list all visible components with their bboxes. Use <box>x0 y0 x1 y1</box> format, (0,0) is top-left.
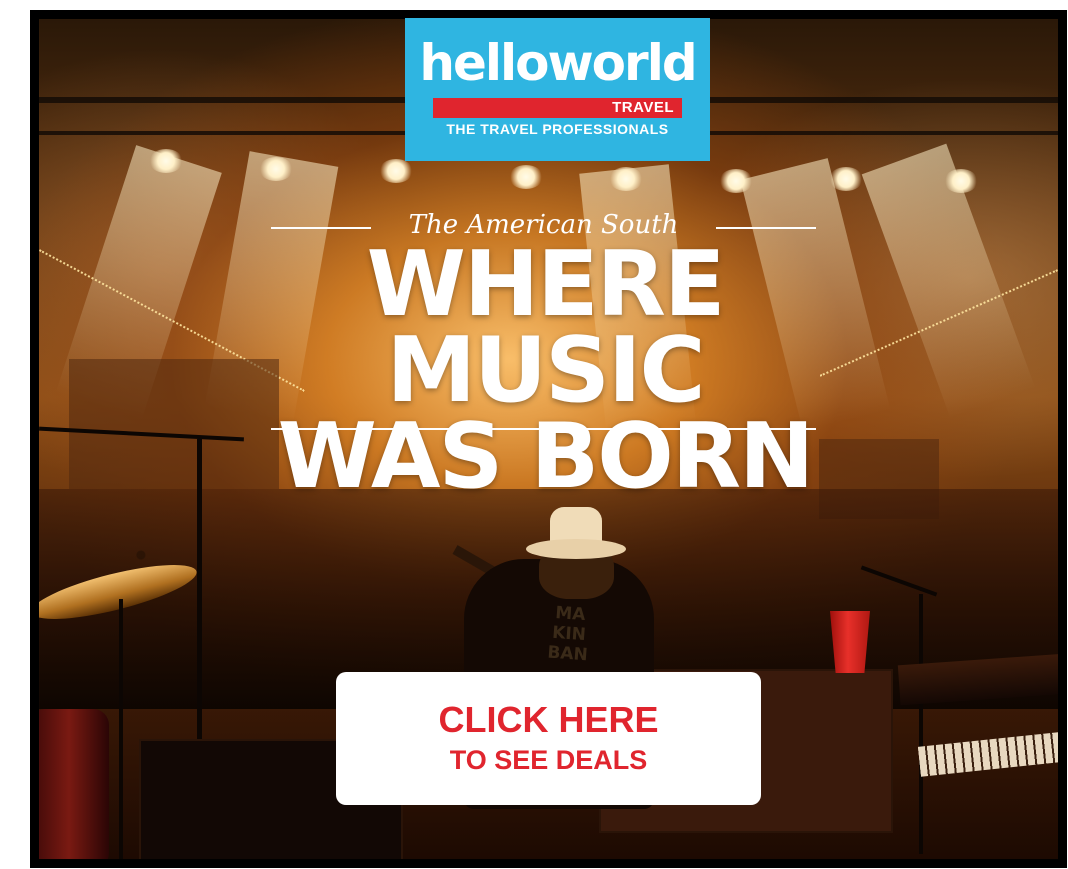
stage-light <box>149 149 183 173</box>
background-building <box>69 359 279 489</box>
mic-stand-right <box>919 594 923 854</box>
stage-light <box>379 159 413 183</box>
stage-light <box>259 157 293 181</box>
stage-light <box>719 169 753 193</box>
hat-brim <box>526 539 626 559</box>
cowboy-hat <box>526 507 626 567</box>
ad-banner[interactable]: MA KIN BAN helloworld TRAVEL THE TRAVEL … <box>30 10 1067 868</box>
headline-line-1: WHERE MUSIC <box>366 232 726 423</box>
stage-light <box>944 169 978 193</box>
keyboard-keys <box>917 731 1058 777</box>
cta-line-1: CLICK HERE <box>438 699 659 740</box>
stage-light <box>829 167 863 191</box>
red-cup <box>830 611 870 673</box>
drum <box>39 709 109 859</box>
logo-travel-label: TRAVEL <box>612 99 674 116</box>
see-deals-button[interactable]: CLICK HERE TO SEE DEALS <box>336 672 761 805</box>
cymbal-stand <box>119 599 123 859</box>
helloworld-logo[interactable]: helloworld TRAVEL THE TRAVEL PROFESSIONA… <box>405 18 710 161</box>
headline-line-2: WAS BORN <box>277 404 815 509</box>
logo-wordmark: helloworld <box>419 34 697 92</box>
headline: WHERE MUSIC WAS BORN <box>250 232 840 509</box>
logo-red-bar: TRAVEL <box>433 98 682 118</box>
cta-line-2: TO SEE DEALS <box>449 745 648 775</box>
stage-light <box>609 167 643 191</box>
headline-rule <box>271 428 816 430</box>
shirt-print: MA KIN BAN <box>546 603 589 666</box>
stage-light <box>509 165 543 189</box>
logo-tagline: THE TRAVEL PROFESSIONALS <box>446 121 669 137</box>
